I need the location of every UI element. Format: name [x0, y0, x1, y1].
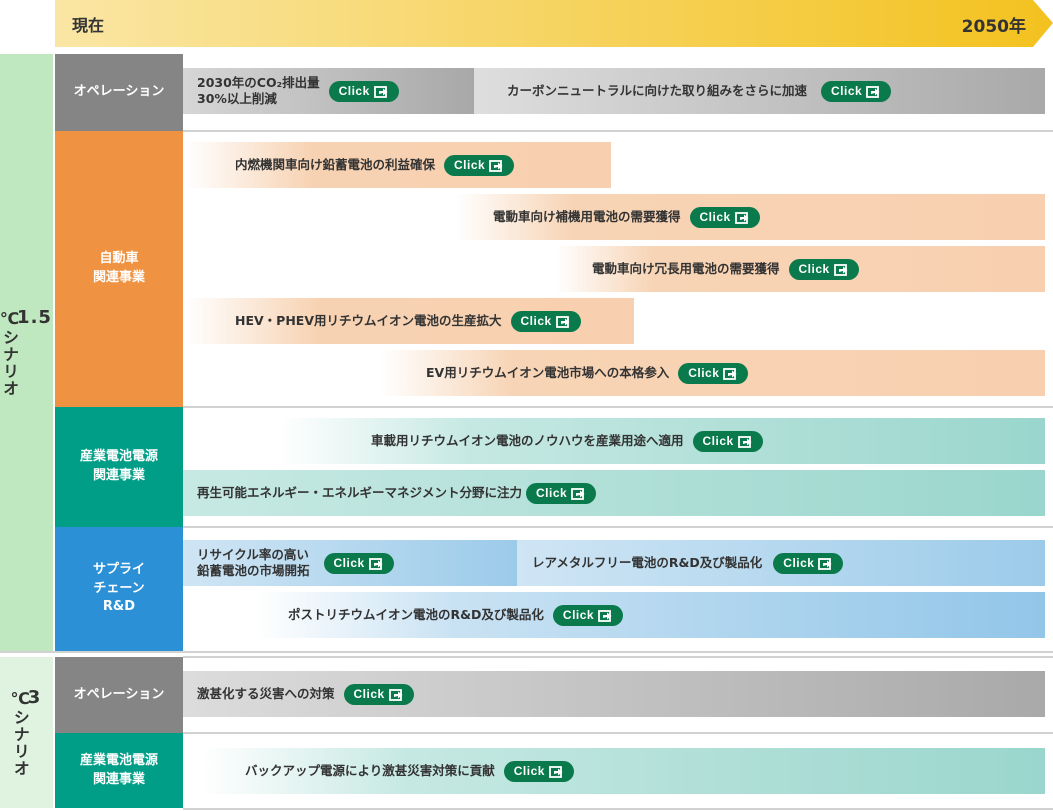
- item-text: リサイクル率の高い 鉛蓄電池の市場開拓: [197, 546, 310, 578]
- click-button[interactable]: Click: [821, 80, 892, 102]
- item-disaster-countermeasures: 激甚化する災害への対策 Click: [183, 671, 1045, 717]
- external-link-icon: [571, 487, 585, 500]
- external-link-icon: [833, 263, 848, 276]
- click-button[interactable]: Click: [788, 258, 859, 280]
- external-link-icon: [866, 85, 880, 98]
- click-button[interactable]: Click: [689, 206, 760, 228]
- item-ev-li-ion-market-entry: EV用リチウムイオン電池市場への本格参入 Click: [380, 350, 1045, 396]
- divider: [183, 406, 1053, 408]
- item-text: カーボンニュートラルに向けた取り組みをさらに加速: [507, 82, 808, 98]
- item-automotive-knowhow-industrial: 車載用リチウムイオン電池のノウハウを産業用途へ適用 Click: [280, 418, 1045, 464]
- item-text: 内燃機関車向け鉛蓄電池の利益確保: [235, 156, 436, 172]
- click-button[interactable]: Click: [503, 760, 574, 782]
- item-text: バックアップ電源により激甚災害対策に貢献: [245, 762, 495, 778]
- external-link-icon: [555, 315, 570, 328]
- external-link-icon: [723, 367, 737, 380]
- click-button[interactable]: Click: [552, 604, 624, 626]
- item-rare-metal-free-battery: レアメタルフリー電池のR&D及び製品化 Click: [517, 540, 1045, 586]
- item-text: HEV・PHEV用リチウムイオン電池の生産拡大: [235, 312, 502, 328]
- divider: [183, 526, 1053, 528]
- click-button[interactable]: Click: [773, 552, 844, 574]
- item-post-li-ion-rd: ポストリチウムイオン電池のR&D及び製品化 Click: [255, 592, 1045, 638]
- timeline-start-label: 現在: [72, 16, 105, 35]
- item-recyclable-lead-acid-market: リサイクル率の高い 鉛蓄電池の市場開拓 Click: [183, 540, 517, 586]
- scenario-1-5c-label: 1.5 ℃シナリオ: [0, 306, 52, 397]
- divider: [183, 130, 1053, 132]
- category-operation-1-5c: オペレーション: [55, 54, 183, 131]
- category-industrial-3c: 産業電池電源 関連事業: [55, 733, 183, 808]
- category-supply-chain-rd: サプライ チェーン R&D: [55, 527, 183, 651]
- timeline-end-label: 2050年: [961, 17, 1026, 37]
- external-link-icon: [598, 609, 612, 622]
- timeline-arrow: 現在 2050年: [55, 0, 1053, 47]
- external-link-icon: [549, 765, 563, 778]
- click-button[interactable]: Click: [678, 362, 749, 384]
- divider: [183, 732, 1053, 734]
- external-link-icon: [734, 211, 749, 224]
- external-link-icon: [489, 159, 503, 172]
- click-button[interactable]: Click: [343, 683, 414, 705]
- item-text: 激甚化する災害への対策: [197, 685, 335, 701]
- item-text: ポストリチウムイオン電池のR&D及び製品化: [288, 606, 544, 622]
- item-carbon-neutral-accelerate: カーボンニュートラルに向けた取り組みをさらに加速 Click: [474, 68, 1045, 114]
- item-text: 2030年のCO₂排出量 30%以上削減: [197, 74, 320, 106]
- item-ev-redundant-battery: 電動車向け冗長用電池の需要獲得 Click: [555, 246, 1045, 292]
- item-text: レアメタルフリー電池のR&D及び製品化: [532, 554, 763, 570]
- category-automotive: 自動車 関連事業: [55, 131, 183, 407]
- item-text: EV用リチウムイオン電池市場への本格参入: [426, 364, 670, 380]
- item-text: 車載用リチウムイオン電池のノウハウを産業用途へ適用: [371, 432, 684, 448]
- external-link-icon: [737, 435, 752, 448]
- external-link-icon: [818, 557, 832, 570]
- item-hev-phev-li-ion-production: HEV・PHEV用リチウムイオン電池の生産拡大 Click: [185, 298, 634, 344]
- item-ice-lead-acid-profit: 内燃機関車向け鉛蓄電池の利益確保 Click: [185, 142, 611, 188]
- item-text: 電動車向け冗長用電池の需要獲得: [592, 260, 780, 276]
- category-industrial-1-5c: 産業電池電源 関連事業: [55, 407, 183, 527]
- scenario-3c-label: 3 ℃シナリオ: [10, 686, 42, 777]
- scenario-1-5c: 1.5 ℃シナリオ: [0, 54, 53, 651]
- item-ev-auxiliary-battery: 電動車向け補機用電池の需要獲得 Click: [455, 194, 1045, 240]
- click-button[interactable]: Click: [510, 310, 581, 332]
- scenario-3c: 3 ℃シナリオ: [0, 657, 53, 808]
- item-renewable-energy-management: 再生可能エネルギー・エネルギーマネジメント分野に注力 Click: [183, 470, 1045, 516]
- external-link-icon: [368, 557, 383, 570]
- category-operation-3c: オペレーション: [55, 657, 183, 733]
- scenario-divider: [0, 651, 1053, 653]
- click-button[interactable]: Click: [526, 482, 597, 504]
- click-button[interactable]: Click: [328, 80, 399, 102]
- divider: [183, 656, 1053, 658]
- item-text: 再生可能エネルギー・エネルギーマネジメント分野に注力: [197, 484, 523, 500]
- click-button[interactable]: Click: [444, 154, 515, 176]
- item-co2-reduction-2030: 2030年のCO₂排出量 30%以上削減 Click: [183, 68, 474, 114]
- divider: [183, 808, 1053, 810]
- click-button[interactable]: Click: [323, 552, 394, 574]
- external-link-icon: [373, 85, 388, 98]
- timeline-arrow-shape: [55, 0, 1053, 47]
- click-button[interactable]: Click: [692, 430, 763, 452]
- external-link-icon: [388, 688, 403, 701]
- item-backup-power-disaster: バックアップ電源により激甚災害対策に貢献 Click: [200, 748, 1045, 794]
- item-text: 電動車向け補機用電池の需要獲得: [493, 208, 681, 224]
